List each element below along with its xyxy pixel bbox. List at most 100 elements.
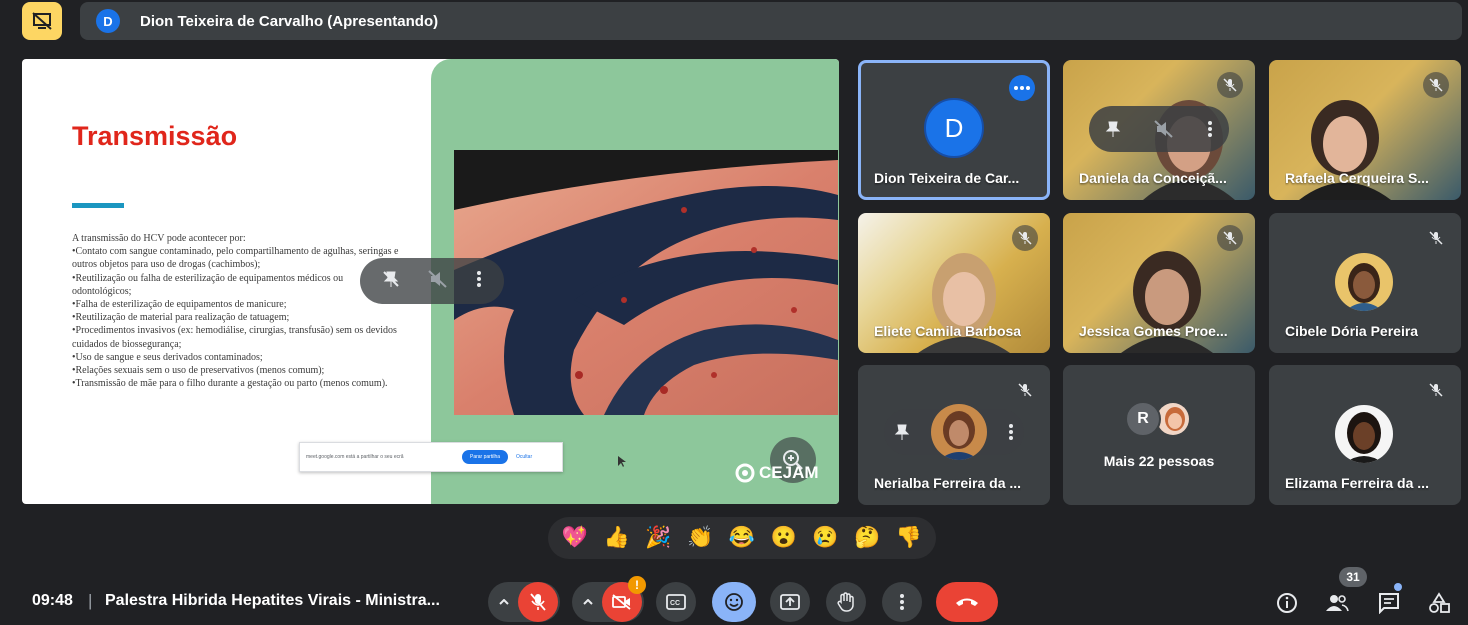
chat-icon	[1379, 593, 1399, 614]
slide-body-line: A transmissão do HCV pode acontecer por:	[72, 233, 246, 244]
video-options-button[interactable]	[574, 582, 602, 622]
muted-indicator	[1217, 225, 1243, 251]
screen-share-notice: meet.google.com está a partilhar o seu e…	[299, 442, 563, 472]
closed-captions-icon: CC	[666, 594, 686, 610]
presentation-toggle-button[interactable]	[22, 2, 62, 40]
participant-name: Nerialba Ferreira da ...	[874, 475, 1022, 491]
slide-tile-controls	[360, 258, 504, 304]
emoji-icon	[725, 593, 743, 611]
participant-tile[interactable]: Daniela da Conceiçã...	[1063, 60, 1255, 200]
stop-sharing-button[interactable]: Parar partilha	[462, 450, 509, 464]
reaction-thumbs-down[interactable]: 👎	[894, 526, 924, 550]
presenter-banner[interactable]: D Dion Teixeira de Carvalho (Apresentand…	[80, 2, 1462, 40]
reaction-party-popper[interactable]: 🎉	[643, 526, 673, 550]
participant-tile[interactable]: Elizama Ferreira da ...	[1269, 365, 1461, 505]
camera-off-icon	[612, 594, 631, 610]
participant-tile[interactable]: Eliete Camila Barbosa	[858, 213, 1050, 353]
microphone-control-group	[488, 582, 560, 622]
slide-body-line: •Relações sexuais sem o uso de preservat…	[72, 365, 325, 377]
avatar	[1335, 405, 1393, 463]
camera-control-group: !	[572, 576, 646, 622]
muted-indicator	[1423, 377, 1449, 403]
slide-body-line: •Transmissão de mãe para o filho durante…	[72, 378, 388, 390]
slide-body-line: •Falha de esterilização de equipamentos …	[72, 299, 287, 311]
hide-button[interactable]: Ocultar	[516, 454, 532, 460]
participant-name: Daniela da Conceiçã...	[1079, 170, 1227, 186]
participant-tile[interactable]: Nerialba Ferreira da ...	[858, 365, 1050, 505]
avatar: D	[924, 98, 984, 158]
reaction-clapping[interactable]: 👏	[685, 526, 715, 550]
participant-tile[interactable]: Rafaela Cerqueira S...	[1269, 60, 1461, 200]
people-button[interactable]	[1324, 590, 1350, 616]
participant-tile[interactable]: Cibele Dória Pereira	[1269, 213, 1461, 353]
avatar	[930, 404, 987, 460]
participant-name: Cibele Dória Pereira	[1285, 323, 1419, 339]
participant-tile[interactable]: Jessica Gomes Proe...	[1063, 213, 1255, 353]
slide-body-line: •Uso de sangue e seus derivados contamin…	[72, 351, 263, 363]
slide-body-line: •Reutilização de material para realizaçã…	[72, 312, 290, 324]
presenter-avatar: D	[96, 9, 120, 33]
reaction-laughing[interactable]: 😂	[727, 526, 757, 550]
info-icon	[1277, 593, 1297, 613]
cejam-logo: CEJAM	[735, 463, 819, 483]
meeting-title: Palestra Hibrida Hepatites Virais - Mini…	[105, 592, 440, 609]
mic-off-icon	[1429, 78, 1443, 92]
avatar-stack: R	[1125, 401, 1191, 437]
pin-icon[interactable]	[1105, 120, 1121, 138]
top-bar: D Dion Teixeira de Carvalho (Apresentand…	[0, 0, 1468, 44]
chat-button[interactable]	[1376, 590, 1402, 616]
captions-button[interactable]: CC	[656, 582, 696, 622]
reaction-sad[interactable]: 😢	[810, 526, 840, 550]
more-options-button[interactable]	[882, 582, 922, 622]
participant-tile[interactable]: D Dion Teixeira de Car...	[858, 60, 1050, 200]
reaction-sparkling-heart[interactable]: 💖	[560, 526, 590, 550]
present-screen-button[interactable]	[770, 582, 810, 622]
raise-hand-button[interactable]	[826, 582, 866, 622]
mic-off-icon	[1018, 383, 1032, 397]
more-participants-tile[interactable]: R Mais 22 pessoas	[1063, 365, 1255, 505]
reaction-surprised[interactable]: 😮	[769, 526, 799, 550]
cejam-logo-mark-icon	[735, 463, 755, 483]
more-options-icon[interactable]	[1008, 423, 1014, 441]
mic-off-icon	[1223, 231, 1237, 245]
muted-indicator	[1012, 225, 1038, 251]
more-options-icon[interactable]	[1207, 120, 1213, 138]
meeting-details-button[interactable]	[1274, 590, 1300, 616]
avatar: R	[1125, 401, 1161, 437]
participant-name: Rafaela Cerqueira S...	[1285, 170, 1429, 186]
mic-off-icon	[1223, 78, 1237, 92]
mic-off-icon	[1018, 231, 1032, 245]
microphone-toggle-button[interactable]	[518, 582, 558, 622]
participant-count-badge: 31	[1339, 567, 1367, 587]
camera-toggle-button[interactable]: !	[602, 576, 646, 622]
call-end-icon	[956, 598, 978, 606]
more-vert-icon	[900, 594, 904, 610]
pin-icon[interactable]	[894, 423, 910, 441]
muted-indicator	[1217, 72, 1243, 98]
bottom-control-bar: 09:48 | Palestra Hibrida Hepatites Virai…	[0, 567, 1468, 625]
more-options-icon[interactable]	[476, 270, 482, 293]
audio-options-button[interactable]	[490, 582, 518, 622]
activities-button[interactable]	[1426, 590, 1452, 616]
send-reaction-button[interactable]	[712, 582, 756, 622]
muted-indicator	[1423, 72, 1449, 98]
slide-title-underline	[72, 203, 124, 208]
leave-call-button[interactable]	[936, 582, 998, 622]
reactions-bar: 💖 👍 🎉 👏 😂 😮 😢 🤔 👎	[548, 517, 936, 559]
raise-hand-icon	[837, 592, 854, 612]
present-to-all-icon	[780, 594, 800, 610]
tile-controls	[1089, 106, 1229, 152]
svg-text:CC: CC	[670, 600, 680, 607]
slide-body-line: •Procedimentos invasivos (ex: hemodiális…	[72, 325, 397, 350]
mute-off-icon[interactable]	[1154, 120, 1174, 138]
more-options-button[interactable]	[1009, 75, 1035, 101]
reaction-thumbs-up[interactable]: 👍	[602, 526, 632, 550]
mouse-cursor-icon	[618, 455, 626, 473]
chevron-up-icon	[583, 599, 593, 605]
mute-off-icon[interactable]	[428, 269, 448, 293]
participant-name: Jessica Gomes Proe...	[1079, 323, 1228, 339]
unpin-icon[interactable]	[382, 270, 400, 293]
reaction-thinking[interactable]: 🤔	[852, 526, 882, 550]
chat-notification-dot	[1394, 583, 1402, 591]
people-icon	[1326, 595, 1349, 612]
